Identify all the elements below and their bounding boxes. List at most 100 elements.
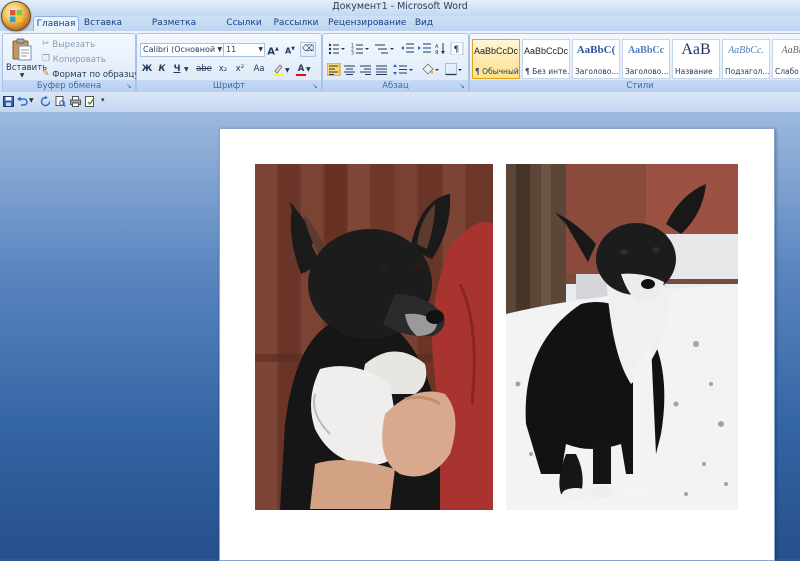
style-name: Подзагол... bbox=[725, 67, 769, 76]
superscript-button[interactable]: x² bbox=[232, 62, 248, 77]
style-sample: AaBbCc bbox=[627, 45, 665, 56]
style-subtle[interactable]: AaBbC Слабо bbox=[772, 39, 800, 79]
font-family-select[interactable]: Calibri (Основной текст) ▼ bbox=[140, 43, 224, 57]
increase-indent-icon[interactable] bbox=[418, 43, 431, 53]
grow-font-button[interactable]: A▲ bbox=[265, 42, 281, 57]
strikethrough-button[interactable]: abe bbox=[195, 62, 213, 77]
style-name: Слабо bbox=[775, 67, 799, 76]
paragraph-row2 bbox=[327, 63, 463, 76]
copy-icon: ❐ bbox=[42, 54, 51, 64]
style-sample: AaBbC( bbox=[576, 44, 616, 56]
print-preview-icon[interactable] bbox=[55, 96, 66, 107]
tab-page-layout[interactable]: Разметка страницы bbox=[131, 16, 217, 42]
style-heading1[interactable]: AaBbC( Заголово... bbox=[572, 39, 620, 79]
style-title[interactable]: AaB Название bbox=[672, 39, 720, 79]
style-sample: AaBbCc. bbox=[728, 45, 764, 56]
chevron-down-icon: ▼ bbox=[258, 46, 263, 53]
sort-icon[interactable]: АЯ bbox=[435, 43, 445, 55]
style-sample: AaBbCcDc bbox=[523, 46, 568, 56]
print-icon[interactable] bbox=[70, 96, 81, 107]
copy-label: Копировать bbox=[52, 55, 106, 65]
style-name: Заголово... bbox=[625, 67, 669, 76]
style-name: ¶ Без инте... bbox=[525, 67, 569, 76]
underline-dropdown-icon[interactable]: ▼ bbox=[183, 62, 191, 77]
office-logo-icon bbox=[10, 10, 22, 22]
borders-icon[interactable] bbox=[445, 63, 463, 76]
font-color-label: A bbox=[296, 64, 306, 76]
document-page[interactable] bbox=[219, 128, 775, 561]
tab-references[interactable]: Ссылки bbox=[224, 16, 264, 31]
dog-snow-image bbox=[506, 164, 738, 510]
change-case-button[interactable]: Aa bbox=[249, 62, 269, 77]
cut-button[interactable]: ✂ Вырезать bbox=[41, 37, 96, 52]
svg-text:¶: ¶ bbox=[454, 45, 460, 55]
svg-text:Я: Я bbox=[435, 50, 438, 55]
tab-home[interactable]: Главная bbox=[33, 16, 79, 32]
spelling-check-icon[interactable] bbox=[85, 96, 96, 107]
cut-label: Вырезать bbox=[52, 40, 96, 50]
style-normal[interactable]: AaBbCcDc ¶ Обычный bbox=[472, 39, 520, 79]
style-name: ¶ Обычный bbox=[475, 67, 519, 76]
tab-review[interactable]: Рецензирование bbox=[328, 16, 406, 31]
underline-button[interactable]: Ч bbox=[170, 62, 184, 77]
group-paragraph: 1 2 3 АЯ ¶ Абзац ↘ bbox=[322, 33, 469, 93]
tab-view[interactable]: Вид bbox=[410, 16, 438, 31]
align-left-icon[interactable] bbox=[327, 63, 341, 76]
multilevel-list-icon[interactable] bbox=[375, 44, 394, 54]
clipboard-launcher-icon[interactable]: ↘ bbox=[126, 83, 133, 90]
line-spacing-icon[interactable] bbox=[393, 64, 413, 75]
style-sample: AaB bbox=[681, 41, 711, 58]
align-center-icon[interactable] bbox=[344, 65, 355, 75]
highlight-button[interactable]: ▼ bbox=[271, 62, 293, 77]
paste-icon bbox=[12, 38, 32, 61]
chevron-down-icon: ▼ bbox=[217, 46, 222, 53]
numbering-icon[interactable]: 1 2 3 bbox=[351, 43, 369, 56]
svg-text:3: 3 bbox=[351, 51, 354, 56]
dog-photo-snow[interactable] bbox=[506, 164, 738, 510]
show-formatting-icon[interactable]: ¶ bbox=[450, 42, 464, 55]
style-no-spacing[interactable]: AaBbCcDc ¶ Без инте... bbox=[522, 39, 570, 79]
font-size-value: 11 bbox=[226, 45, 237, 54]
shrink-font-button[interactable]: A▼ bbox=[282, 42, 298, 57]
dog-photo-held[interactable] bbox=[255, 164, 493, 510]
paragraph-launcher-icon[interactable]: ↘ bbox=[459, 83, 466, 90]
font-color-button[interactable]: A ▼ bbox=[295, 62, 317, 77]
group-label-font: Шрифт bbox=[137, 80, 321, 92]
justify-icon[interactable] bbox=[376, 65, 387, 75]
copy-button[interactable]: ❐ Копировать bbox=[41, 52, 107, 67]
style-name: Название bbox=[675, 67, 713, 76]
undo-icon[interactable] bbox=[17, 96, 28, 107]
shading-icon[interactable] bbox=[422, 63, 439, 75]
group-clipboard: Вставить ▼ ✂ Вырезать ❐ Копировать ✎ Фор… bbox=[2, 33, 139, 93]
customize-toolbar-icon[interactable]: ▾ bbox=[101, 96, 105, 104]
group-label-paragraph: Абзац bbox=[323, 80, 468, 92]
subscript-button[interactable]: x₂ bbox=[215, 62, 231, 77]
save-icon[interactable] bbox=[3, 96, 14, 107]
font-size-select[interactable]: 11 ▼ bbox=[223, 43, 265, 57]
clear-format-button[interactable]: ⌫ bbox=[300, 42, 316, 57]
eraser-icon: ⌫ bbox=[301, 44, 315, 54]
undo-dropdown-icon[interactable]: ▼ bbox=[29, 97, 34, 104]
ribbon-tabs: Главная Вставка Разметка страницы Ссылки… bbox=[0, 16, 800, 42]
paste-button[interactable]: Вставить ▼ bbox=[6, 36, 47, 79]
decrease-indent-icon[interactable] bbox=[401, 43, 414, 53]
scissors-icon: ✂ bbox=[42, 39, 50, 49]
office-button[interactable] bbox=[1, 1, 31, 31]
style-heading2[interactable]: AaBbCc Заголово... bbox=[622, 39, 670, 79]
ribbon: Вставить ▼ ✂ Вырезать ❐ Копировать ✎ Фор… bbox=[0, 31, 800, 93]
style-sample: AaBbCcDc bbox=[473, 46, 518, 56]
style-sample: AaBbC bbox=[781, 45, 800, 56]
tab-insert[interactable]: Вставка bbox=[82, 16, 124, 31]
style-subtitle[interactable]: AaBbCc. Подзагол... bbox=[722, 39, 770, 79]
tab-mailings[interactable]: Рассылки bbox=[271, 16, 321, 31]
window-title: Документ1 - Microsoft Word bbox=[332, 1, 468, 12]
paste-dropdown-icon[interactable]: ▼ bbox=[6, 73, 38, 79]
redo-icon[interactable] bbox=[40, 96, 51, 107]
bullets-icon[interactable] bbox=[328, 43, 345, 55]
font-launcher-icon[interactable]: ↘ bbox=[312, 83, 319, 90]
grow-font-label: A bbox=[267, 46, 275, 58]
italic-button[interactable]: К bbox=[155, 62, 169, 77]
align-right-icon[interactable] bbox=[360, 65, 371, 75]
quick-access-toolbar: ▼ ▾ bbox=[0, 92, 800, 112]
bold-button[interactable]: Ж bbox=[140, 62, 154, 77]
